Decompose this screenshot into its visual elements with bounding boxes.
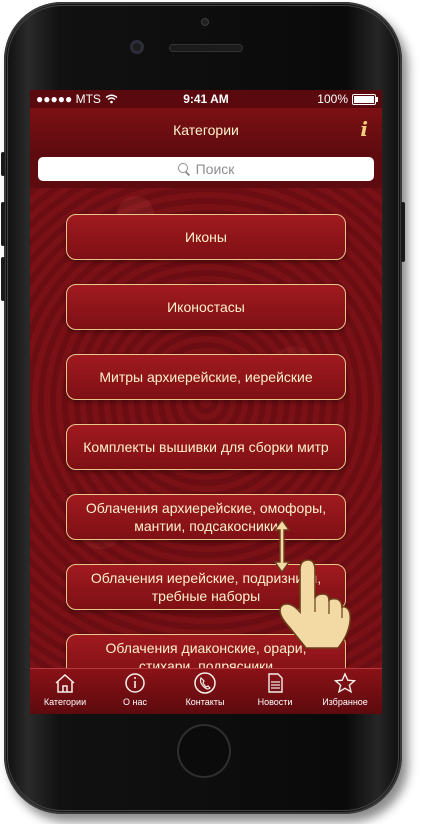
search-bar: Поиск [30, 154, 382, 188]
earpiece-speaker [169, 44, 243, 52]
tab-label: Избранное [322, 697, 368, 707]
tab-bar: Категории О нас Контакты Новости Избранн… [30, 668, 382, 714]
status-bar: ●●●●● MTS 9:41 AM 100% [30, 90, 382, 108]
tab-label: Категории [43, 697, 87, 707]
info-icon [125, 673, 145, 693]
tab-contacts[interactable]: Контакты [170, 671, 240, 707]
phone-frame: ●●●●● MTS 9:41 AM 100% Категории i Поиск [1, 2, 405, 814]
search-placeholder: Поиск [195, 161, 235, 177]
tab-label: Новости [257, 697, 293, 707]
category-button[interactable]: Иконостасы [66, 284, 346, 330]
category-label: Иконостасы [167, 299, 245, 315]
home-icon [55, 673, 75, 693]
battery-percent: 100% [317, 92, 348, 106]
tab-news[interactable]: Новости [240, 671, 310, 707]
sensor [201, 18, 209, 26]
volume-down-button [1, 257, 5, 301]
battery-group: 100% [317, 92, 378, 106]
swipe-gesture-icon [273, 518, 352, 649]
home-button[interactable] [177, 724, 231, 778]
category-button[interactable]: Комплекты вышивки для сборки митр [66, 424, 346, 470]
category-button[interactable]: Митры архиерейские, иерейские [66, 354, 346, 400]
document-icon [268, 673, 283, 693]
power-button [401, 202, 405, 262]
page-title: Категории [173, 122, 239, 138]
front-camera [130, 40, 144, 54]
navigation-bar: Категории i [30, 108, 382, 154]
tab-label: О нас [123, 697, 147, 707]
tab-label: Контакты [185, 697, 225, 707]
category-button[interactable]: Иконы [66, 214, 346, 260]
mute-switch [1, 152, 5, 176]
phone-icon [194, 672, 216, 694]
battery-icon [352, 93, 378, 105]
category-label: Иконы [185, 229, 227, 245]
volume-up-button [1, 202, 5, 246]
category-label: Комплекты вышивки для сборки митр [83, 439, 329, 455]
search-icon [177, 163, 190, 175]
tab-favorites[interactable]: Избранное [310, 671, 380, 707]
search-input[interactable]: Поиск [38, 157, 374, 181]
tab-about[interactable]: О нас [100, 671, 170, 707]
star-icon [333, 672, 357, 694]
category-label: Митры архиерейские, иерейские [99, 369, 313, 385]
tab-categories[interactable]: Категории [30, 671, 100, 707]
info-button[interactable]: i [360, 117, 368, 141]
